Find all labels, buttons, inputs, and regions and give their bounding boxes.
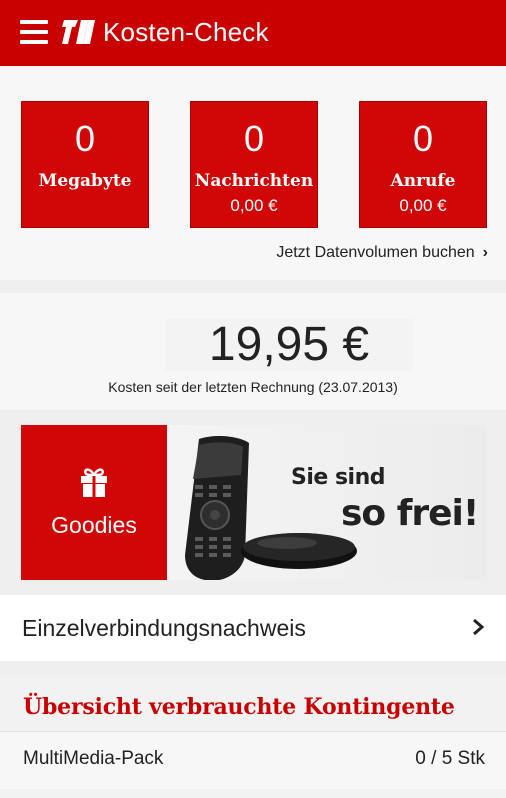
tile-value: 0 — [412, 118, 434, 159]
hamburger-menu-icon[interactable] — [20, 20, 48, 44]
quota-name: MultiMedia-Pack — [23, 748, 164, 769]
quota-value: 0 / 5 Stk — [415, 748, 485, 769]
calls-tile[interactable]: 0 Anrufe 0,00 € — [359, 101, 487, 228]
goodies-label: Goodies — [51, 512, 137, 538]
cost-amount: 19,95 € — [165, 319, 413, 371]
app-title: Kosten-Check — [103, 17, 269, 47]
promo-image: Sie sind so frei! — [167, 425, 487, 580]
itemized-bill-row[interactable]: Einzelverbindungsnachweis — [0, 595, 506, 661]
tile-value: 0 — [243, 118, 265, 159]
quota-overview: Übersicht verbrauchte Kontingente MultiM… — [0, 676, 506, 798]
cost-caption: Kosten seit der letzten Rechnung (23.07.… — [108, 379, 398, 395]
chevron-right-icon: › — [482, 244, 488, 261]
tile-label: Anrufe — [390, 171, 456, 191]
tile-label: Megabyte — [38, 171, 132, 191]
gift-icon — [81, 468, 107, 497]
book-data-volume-label: Jetzt Datenvolumen buchen — [276, 244, 475, 261]
overview-title: Übersicht verbrauchte Kontingente — [23, 694, 455, 720]
cost-summary: 19,95 € Kosten seit der letzten Rechnung… — [0, 293, 506, 410]
megabyte-tile[interactable]: 0 Megabyte — [21, 101, 149, 228]
app-bar: Kosten-Check — [0, 0, 506, 66]
usage-section: 0 Megabyte 0 Nachrichten 0,00 € 0 Anrufe… — [0, 66, 506, 280]
promo-headline-1: Sie sind — [291, 465, 386, 490]
tile-cost: 0,00 € — [399, 196, 447, 215]
chevron-right-icon — [473, 618, 484, 636]
tile-value: 0 — [74, 118, 96, 159]
brand-logo-icon — [62, 20, 95, 44]
list-item[interactable]: MultiMedia-Pack 0 / 5 Stk — [0, 731, 506, 789]
tile-label: Nachrichten — [194, 171, 314, 191]
itemized-bill-label: Einzelverbindungsnachweis — [22, 615, 306, 641]
goodies-tile[interactable]: Goodies — [21, 425, 167, 580]
goodies-promo-banner[interactable]: Goodies Sie sind so frei! — [21, 425, 487, 580]
messages-tile[interactable]: 0 Nachrichten 0,00 € — [190, 101, 318, 228]
promo-headline-2: so frei! — [341, 493, 479, 534]
book-data-volume-link[interactable]: Jetzt Datenvolumen buchen › — [276, 244, 488, 262]
tile-cost: 0,00 € — [230, 196, 278, 215]
